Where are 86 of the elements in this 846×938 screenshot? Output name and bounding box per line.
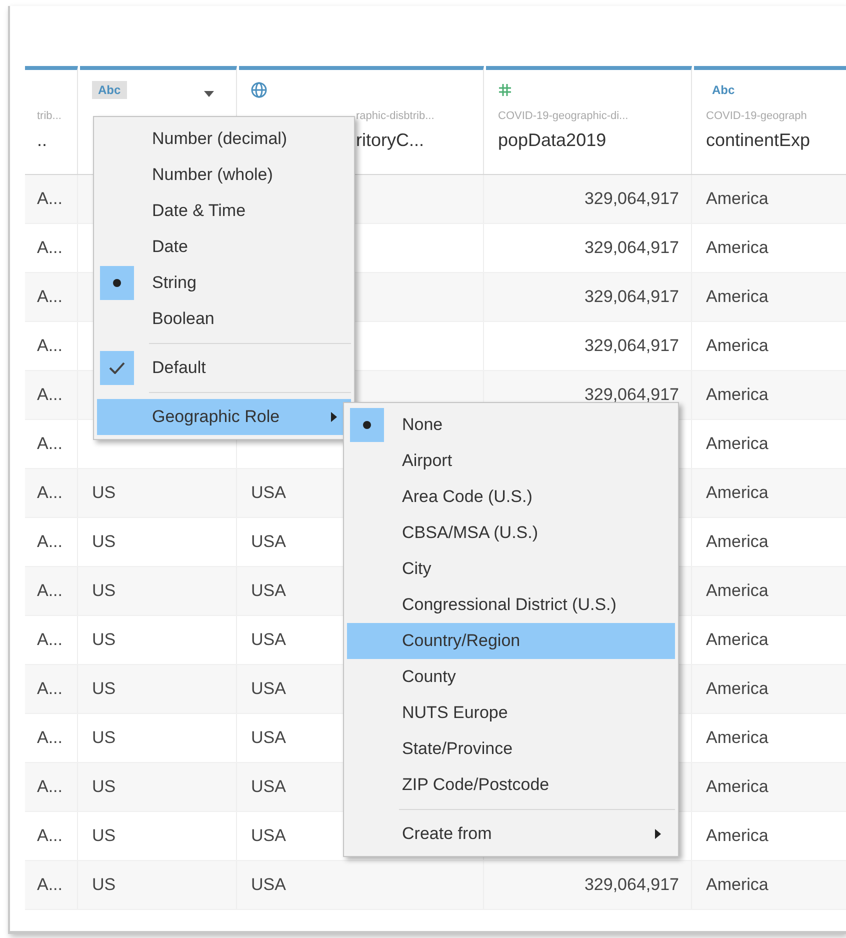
menu-item[interactable]: Default xyxy=(97,350,351,386)
column-name: popData2019 xyxy=(498,130,608,151)
table-cell: America xyxy=(706,385,768,405)
table-cell: USA xyxy=(251,483,286,503)
table-cell: USA xyxy=(251,679,286,699)
table-cell: America xyxy=(706,238,768,258)
column-name: ritoryC... xyxy=(356,130,426,151)
table-cell: USA xyxy=(251,581,286,601)
menu-item[interactable]: Date & Time xyxy=(97,193,351,229)
table-cell: America xyxy=(706,630,768,650)
table-cell: 329,064,917 xyxy=(584,875,679,895)
column-name: continentExp xyxy=(706,130,812,151)
submenu-arrow-icon xyxy=(331,412,337,422)
submenu-item[interactable]: Geographic Role xyxy=(97,399,351,435)
menu-item[interactable]: Airport xyxy=(347,443,675,479)
table-cell: USA xyxy=(251,630,286,650)
menu-item[interactable]: State/Province xyxy=(347,731,675,767)
table-cell: A... xyxy=(37,434,63,454)
submenu-arrow-icon xyxy=(655,829,661,839)
table-cell: America xyxy=(706,189,768,209)
table-cell: America xyxy=(706,826,768,846)
table-cell: A... xyxy=(37,287,63,307)
menu-item[interactable]: ZIP Code/Postcode xyxy=(347,767,675,803)
caret-icon[interactable] xyxy=(204,91,214,97)
table-cell: 329,064,917 xyxy=(584,287,679,307)
table-cell: USA xyxy=(251,728,286,748)
table-cell: America xyxy=(706,875,768,895)
table-cell: USA xyxy=(251,875,286,895)
menu-item[interactable]: City xyxy=(347,551,675,587)
column-source: COVID-19-geographic-di... xyxy=(498,110,630,122)
menu-item[interactable]: Country/Region xyxy=(347,623,675,659)
menu-item[interactable]: NUTS Europe xyxy=(347,695,675,731)
table-cell: America xyxy=(706,777,768,797)
menu-item[interactable]: String xyxy=(97,265,351,301)
table-cell: US xyxy=(92,679,116,699)
table-cell: US xyxy=(92,532,116,552)
table-cell: America xyxy=(706,679,768,699)
table-cell: 329,064,917 xyxy=(584,336,679,356)
table-cell: US xyxy=(92,875,116,895)
table-cell: US xyxy=(92,826,116,846)
menu-item[interactable]: Area Code (U.S.) xyxy=(347,479,675,515)
column-name: .. xyxy=(37,130,48,151)
table-cell: 329,064,917 xyxy=(584,238,679,258)
table-cell: USA xyxy=(251,826,286,846)
table-cell: A... xyxy=(37,777,63,797)
table-cell: America xyxy=(706,483,768,503)
table-cell: US xyxy=(92,728,116,748)
table-cell: A... xyxy=(37,385,63,405)
table-cell: US xyxy=(92,483,116,503)
table-cell: A... xyxy=(37,728,63,748)
table-cell: A... xyxy=(37,238,63,258)
table-cell: USA xyxy=(251,777,286,797)
column-source: trib... xyxy=(37,110,62,122)
column-source: raphic-disbtrib... xyxy=(356,110,436,122)
submenu-item[interactable]: Create from xyxy=(347,816,675,852)
table-cell: A... xyxy=(37,630,63,650)
table-cell: A... xyxy=(37,875,63,895)
menu-item[interactable]: Date xyxy=(97,229,351,265)
string-type-icon: Abc xyxy=(706,81,741,99)
table-cell: A... xyxy=(37,826,63,846)
table-cell: America xyxy=(706,287,768,307)
table-cell: 329,064,917 xyxy=(584,189,679,209)
menu-item[interactable]: CBSA/MSA (U.S.) xyxy=(347,515,675,551)
table-cell: US xyxy=(92,777,116,797)
table-cell: A... xyxy=(37,581,63,601)
table-cell: A... xyxy=(37,679,63,699)
table-cell: USA xyxy=(251,532,286,552)
table-cell: 329,064,917 xyxy=(584,385,679,405)
table-cell: A... xyxy=(37,532,63,552)
bullet-icon xyxy=(363,421,371,429)
table-cell: America xyxy=(706,336,768,356)
table-cell: US xyxy=(92,581,116,601)
table-cell: US xyxy=(92,630,116,650)
table-cell: America xyxy=(706,434,768,454)
table-cell: A... xyxy=(37,483,63,503)
table-cell: America xyxy=(706,532,768,552)
table-cell: A... xyxy=(37,189,63,209)
column-source: COVID-19-geograph xyxy=(706,110,808,122)
menu-item[interactable]: Congressional District (U.S.) xyxy=(347,587,675,623)
menu-item[interactable]: Boolean xyxy=(97,301,351,337)
table-cell: America xyxy=(706,581,768,601)
bullet-icon xyxy=(113,279,121,287)
table-cell: America xyxy=(706,728,768,748)
check-icon xyxy=(109,362,125,374)
table-cell: A... xyxy=(37,336,63,356)
menu-item[interactable]: County xyxy=(347,659,675,695)
